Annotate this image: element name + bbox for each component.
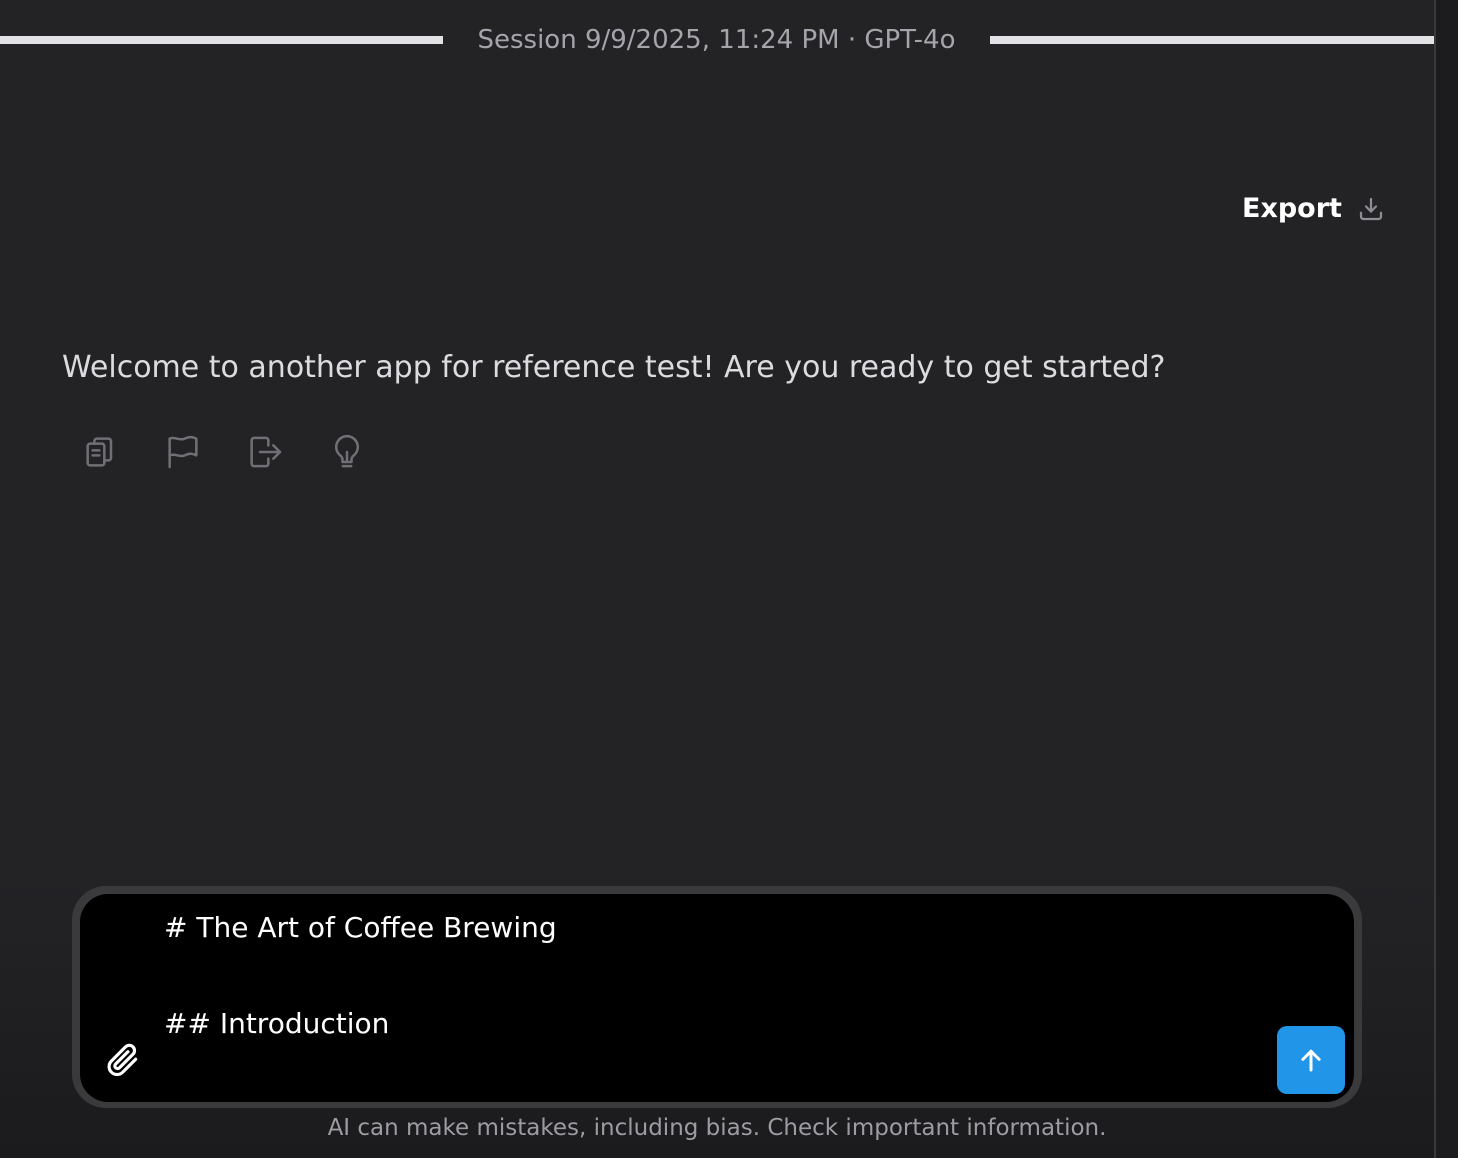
arrow-up-icon bbox=[1301, 1049, 1321, 1072]
assistant-message: Welcome to another app for reference tes… bbox=[62, 350, 1166, 385]
paperclip-icon[interactable] bbox=[104, 1040, 142, 1080]
session-divider-left bbox=[0, 36, 443, 44]
message-actions bbox=[80, 428, 368, 476]
session-divider-right bbox=[990, 36, 1434, 44]
copy-icon bbox=[86, 437, 113, 467]
message-input-text[interactable]: # The Art of Coffee Brewing ## Introduct… bbox=[164, 904, 1254, 1048]
flag-button[interactable] bbox=[162, 428, 204, 476]
disclaimer-text: AI can make mistakes, including bias. Ch… bbox=[327, 1115, 1107, 1141]
export-button[interactable]: Export bbox=[1242, 188, 1386, 230]
flag-icon bbox=[168, 435, 198, 469]
send-button[interactable] bbox=[1277, 1026, 1345, 1094]
download-icon bbox=[1359, 197, 1383, 221]
copy-button[interactable] bbox=[80, 428, 122, 476]
export-label: Export bbox=[1242, 193, 1342, 224]
window-edge bbox=[1436, 0, 1458, 1158]
session-title: Session 9/9/2025, 11:24 PM · GPT-4o bbox=[477, 25, 956, 55]
suggestion-button[interactable] bbox=[326, 428, 368, 476]
share-icon bbox=[250, 436, 282, 468]
lightbulb-icon bbox=[335, 434, 359, 468]
share-button[interactable] bbox=[244, 428, 286, 476]
